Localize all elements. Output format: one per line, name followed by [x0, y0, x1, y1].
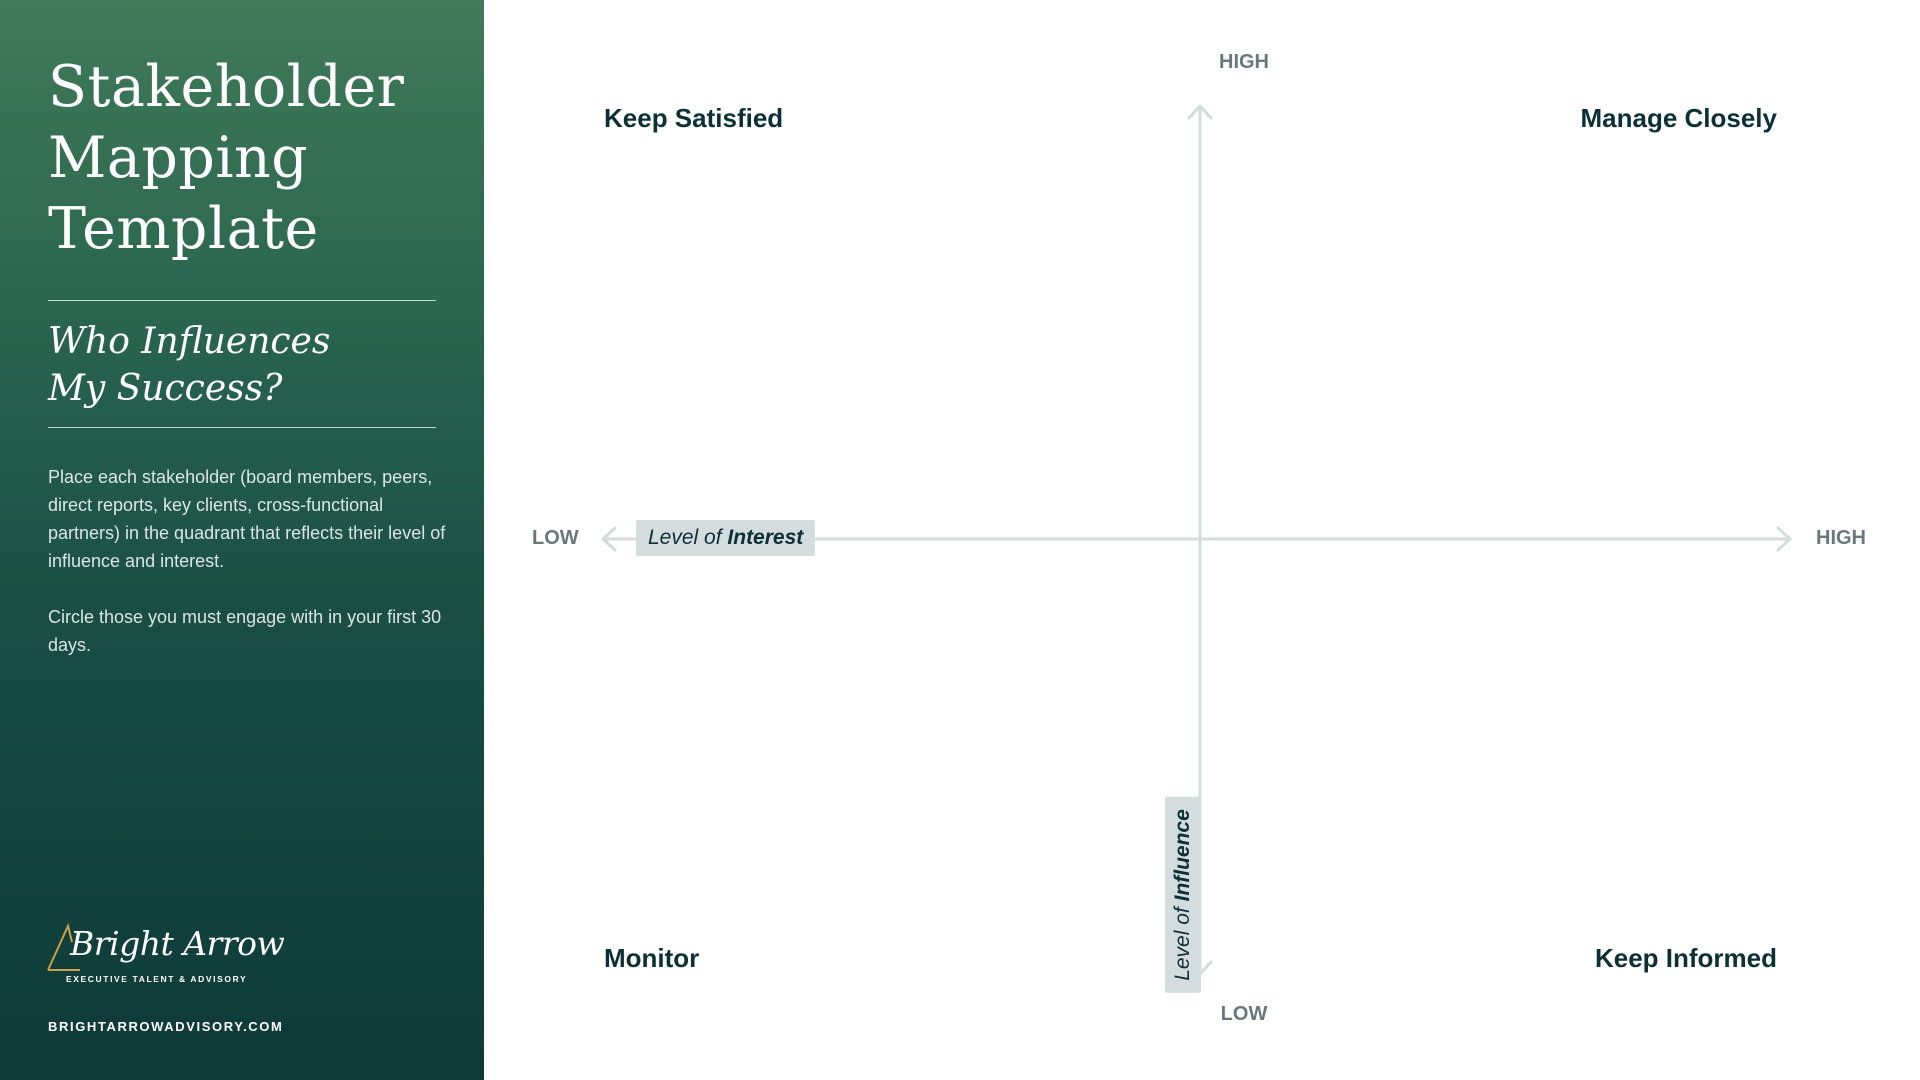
sidebar: Stakeholder Mapping Template Who Influen… [0, 0, 484, 1080]
quadrant-monitor: Monitor [604, 943, 700, 973]
quadrant-keep-satisfied: Keep Satisfied [604, 103, 784, 133]
y-axis-title-prefix: Level of [1171, 907, 1194, 981]
x-axis-high-label: HIGH [1816, 527, 1866, 549]
subtitle-line: My Success? [48, 368, 283, 409]
title-line: Mapping [48, 125, 309, 191]
y-axis-title-emphasis: Influence [1171, 809, 1194, 902]
x-axis-title-emphasis: Interest [727, 526, 804, 549]
x-axis-title: Level of Interest [636, 520, 816, 556]
title-line: Template [48, 196, 319, 262]
brand-logo: Bright Arrow EXECUTIVE TALENT & ADVISORY [46, 922, 285, 988]
subtitle: Who Influences My Success? [48, 318, 330, 412]
x-axis-title-prefix: Level of [648, 526, 722, 549]
y-axis-high-label: HIGH [1219, 51, 1269, 73]
stakeholder-matrix: Keep Satisfied Manage Closely Monitor Ke… [484, 0, 1920, 1080]
subtitle-line: Who Influences [48, 321, 331, 362]
logo-wordmark: Bright Arrow [70, 924, 285, 963]
x-axis-low-label: LOW [532, 527, 579, 549]
instruction-text: Circle those you must engage with in you… [48, 607, 442, 655]
quadrant-keep-informed: Keep Informed [1594, 943, 1777, 973]
divider [48, 300, 436, 301]
logo-tagline: EXECUTIVE TALENT & ADVISORY [66, 974, 248, 984]
y-axis-low-label: LOW [1220, 1003, 1268, 1025]
description-text: Place each stakeholder (board members, p… [48, 467, 446, 571]
title-line: Stakeholder [48, 54, 405, 120]
website-link[interactable]: BRIGHTARROWADVISORY.COM [48, 1019, 283, 1034]
page-title: Stakeholder Mapping Template [48, 52, 404, 265]
divider [48, 427, 436, 428]
y-axis-title: Level of Influence [1165, 797, 1201, 993]
quadrant-manage-closely: Manage Closely [1580, 103, 1777, 133]
